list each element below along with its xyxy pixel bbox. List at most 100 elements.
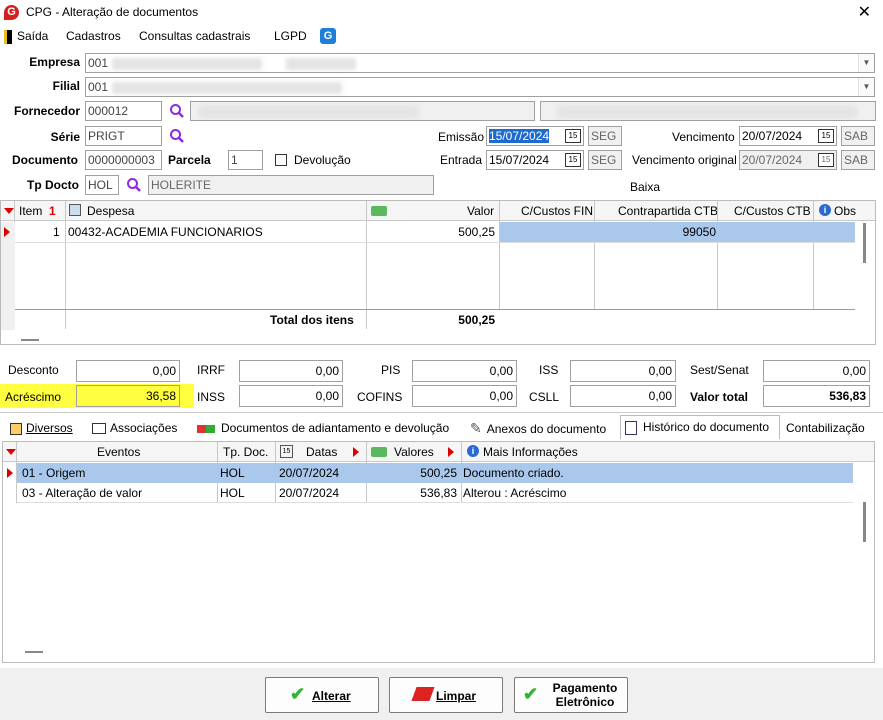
venc-original-label: Vencimento original: [632, 153, 737, 167]
col-info[interactable]: Mais Informações: [483, 445, 578, 459]
window-title: CPG - Alteração de documentos: [26, 5, 199, 19]
col-despesa[interactable]: Despesa: [87, 204, 134, 218]
alterar-button[interactable]: ✔ Alterar: [265, 677, 379, 713]
calendar-icon[interactable]: 15: [565, 129, 581, 143]
col-contrapartida[interactable]: Contrapartida CTB: [618, 204, 718, 218]
money-icon: [371, 206, 387, 216]
tab-associacoes[interactable]: Associações: [88, 417, 188, 439]
history-grid: Eventos Tp. Doc. 15 Datas Valores i Mais…: [2, 441, 875, 663]
sort-down-icon: [4, 208, 14, 214]
arrow-right-icon: [448, 447, 454, 457]
menu-consultas[interactable]: Consultas cadastrais: [139, 29, 250, 43]
vencimento-date-input[interactable]: 20/07/2024 15: [739, 126, 837, 146]
close-icon[interactable]: ✕: [858, 2, 871, 22]
devolucao-checkbox[interactable]: [275, 154, 287, 166]
tpdocto-input[interactable]: HOL: [85, 175, 119, 195]
title-bar: G CPG - Alteração de documentos ✕: [0, 0, 883, 26]
sort-down-icon: [6, 449, 16, 455]
col-ccctb[interactable]: C/Custos CTB: [734, 204, 811, 218]
scrollbar[interactable]: [863, 223, 866, 263]
tab-anexos[interactable]: ✎ Anexos do documento: [466, 417, 616, 439]
info-icon: i: [819, 204, 831, 216]
desconto-input[interactable]: 0,00: [76, 360, 180, 382]
emissao-date-input[interactable]: 15/07/2024 15: [486, 126, 584, 146]
fornecedor-code-input[interactable]: 000012: [85, 101, 162, 121]
fornecedor-name-field: [190, 101, 535, 121]
col-ccfin[interactable]: C/Custos FIN: [521, 204, 593, 218]
documento-input[interactable]: 0000000003: [85, 150, 162, 170]
serie-input[interactable]: PRIGT: [85, 126, 162, 146]
chevron-down-icon[interactable]: ▼: [858, 54, 874, 72]
parcela-label: Parcela: [168, 153, 211, 167]
cofins-input[interactable]: 0,00: [412, 385, 517, 407]
document-icon: [625, 420, 637, 435]
search-icon[interactable]: [169, 103, 185, 119]
items-grid-header: Item 1 Despesa Valor C/Custos FIN Contra…: [1, 201, 875, 221]
table-row[interactable]: 1 00432-ACADEMIA FUNCIONARIOS 500,25 990…: [15, 222, 855, 242]
inss-input[interactable]: 0,00: [239, 385, 343, 407]
inss-label: INSS: [197, 390, 226, 404]
scrollbar[interactable]: [863, 502, 866, 542]
documento-label: Documento: [12, 153, 78, 167]
valor-total-label: Valor total: [690, 390, 749, 404]
sort-order-icon: 1: [49, 204, 56, 218]
current-row-icon: [4, 227, 10, 237]
search-icon[interactable]: [169, 128, 185, 144]
acrescimo-label: Acréscimo: [5, 390, 62, 404]
sest-input[interactable]: 0,00: [763, 360, 870, 382]
csll-input[interactable]: 0,00: [570, 385, 676, 407]
check-icon: ✔: [290, 684, 306, 704]
col-valor[interactable]: Valor: [467, 204, 494, 218]
parcela-input[interactable]: 1: [228, 150, 263, 170]
col-obs[interactable]: Obs: [834, 204, 856, 218]
tab-adiantamento[interactable]: Documentos de adiantamento e devolução: [193, 417, 461, 439]
table-row[interactable]: 01 - Origem HOL 20/07/2024 500,25 Docume…: [17, 463, 853, 483]
fornecedor-label: Fornecedor: [13, 104, 80, 118]
menu-cadastros[interactable]: Cadastros: [66, 29, 121, 43]
fornecedor-fantasia-field: [540, 101, 876, 121]
serie-label: Série: [50, 130, 80, 144]
iss-input[interactable]: 0,00: [570, 360, 676, 382]
emissao-weekday: SEG: [588, 126, 622, 146]
col-datas[interactable]: Datas: [306, 445, 337, 459]
pis-input[interactable]: 0,00: [412, 360, 517, 382]
g-app-icon[interactable]: G: [320, 28, 336, 44]
chevron-down-icon[interactable]: ▼: [858, 78, 874, 96]
scrollbar[interactable]: [25, 651, 43, 653]
col-valores[interactable]: Valores: [394, 445, 434, 459]
col-tpdoc[interactable]: Tp. Doc.: [223, 445, 268, 459]
calendar-icon[interactable]: 15: [818, 129, 834, 143]
history-grid-header: Eventos Tp. Doc. 15 Datas Valores i Mais…: [3, 442, 874, 462]
tab-contabilizacao[interactable]: Contabilização: [782, 417, 872, 439]
pagamento-eletronico-button[interactable]: ✔ Pagamento Eletrônico: [514, 677, 628, 713]
csll-label: CSLL: [529, 390, 560, 404]
filial-label: Filial: [52, 79, 80, 93]
desconto-label: Desconto: [8, 363, 59, 377]
tab-diversos[interactable]: Diversos: [6, 417, 86, 439]
empresa-label: Empresa: [29, 55, 80, 69]
filial-select[interactable]: 001 ▼: [85, 77, 875, 97]
table-row[interactable]: 03 - Alteração de valor HOL 20/07/2024 5…: [17, 483, 853, 503]
empresa-select[interactable]: 001 ▼: [85, 53, 875, 73]
calendar-icon[interactable]: 15: [565, 153, 581, 167]
col-eventos[interactable]: Eventos: [97, 445, 140, 459]
entrada-label: Entrada: [440, 153, 483, 167]
items-grid: Item 1 Despesa Valor C/Custos FIN Contra…: [0, 200, 876, 345]
exit-door-icon: [4, 30, 12, 44]
col-item[interactable]: Item: [19, 204, 42, 218]
acrescimo-input[interactable]: 36,58: [76, 385, 180, 407]
menu-lgpd[interactable]: LGPD: [274, 29, 307, 43]
irrf-input[interactable]: 0,00: [239, 360, 343, 382]
vencimento-label: Vencimento: [672, 130, 735, 144]
tab-historico[interactable]: Histórico do documento: [620, 415, 780, 439]
sest-label: Sest/Senat: [690, 363, 749, 377]
items-total-row: Total dos itens 500,25: [15, 309, 855, 329]
menu-saida[interactable]: Saída: [17, 29, 48, 43]
limpar-button[interactable]: Limpar: [389, 677, 503, 713]
venc-original-date: 20/07/2024 15: [739, 150, 837, 170]
search-icon[interactable]: [126, 177, 142, 193]
eraser-icon: [411, 687, 435, 701]
scrollbar[interactable]: [21, 339, 39, 341]
tpdocto-description: HOLERITE: [148, 175, 434, 195]
entrada-date-input[interactable]: 15/07/2024 15: [486, 150, 584, 170]
